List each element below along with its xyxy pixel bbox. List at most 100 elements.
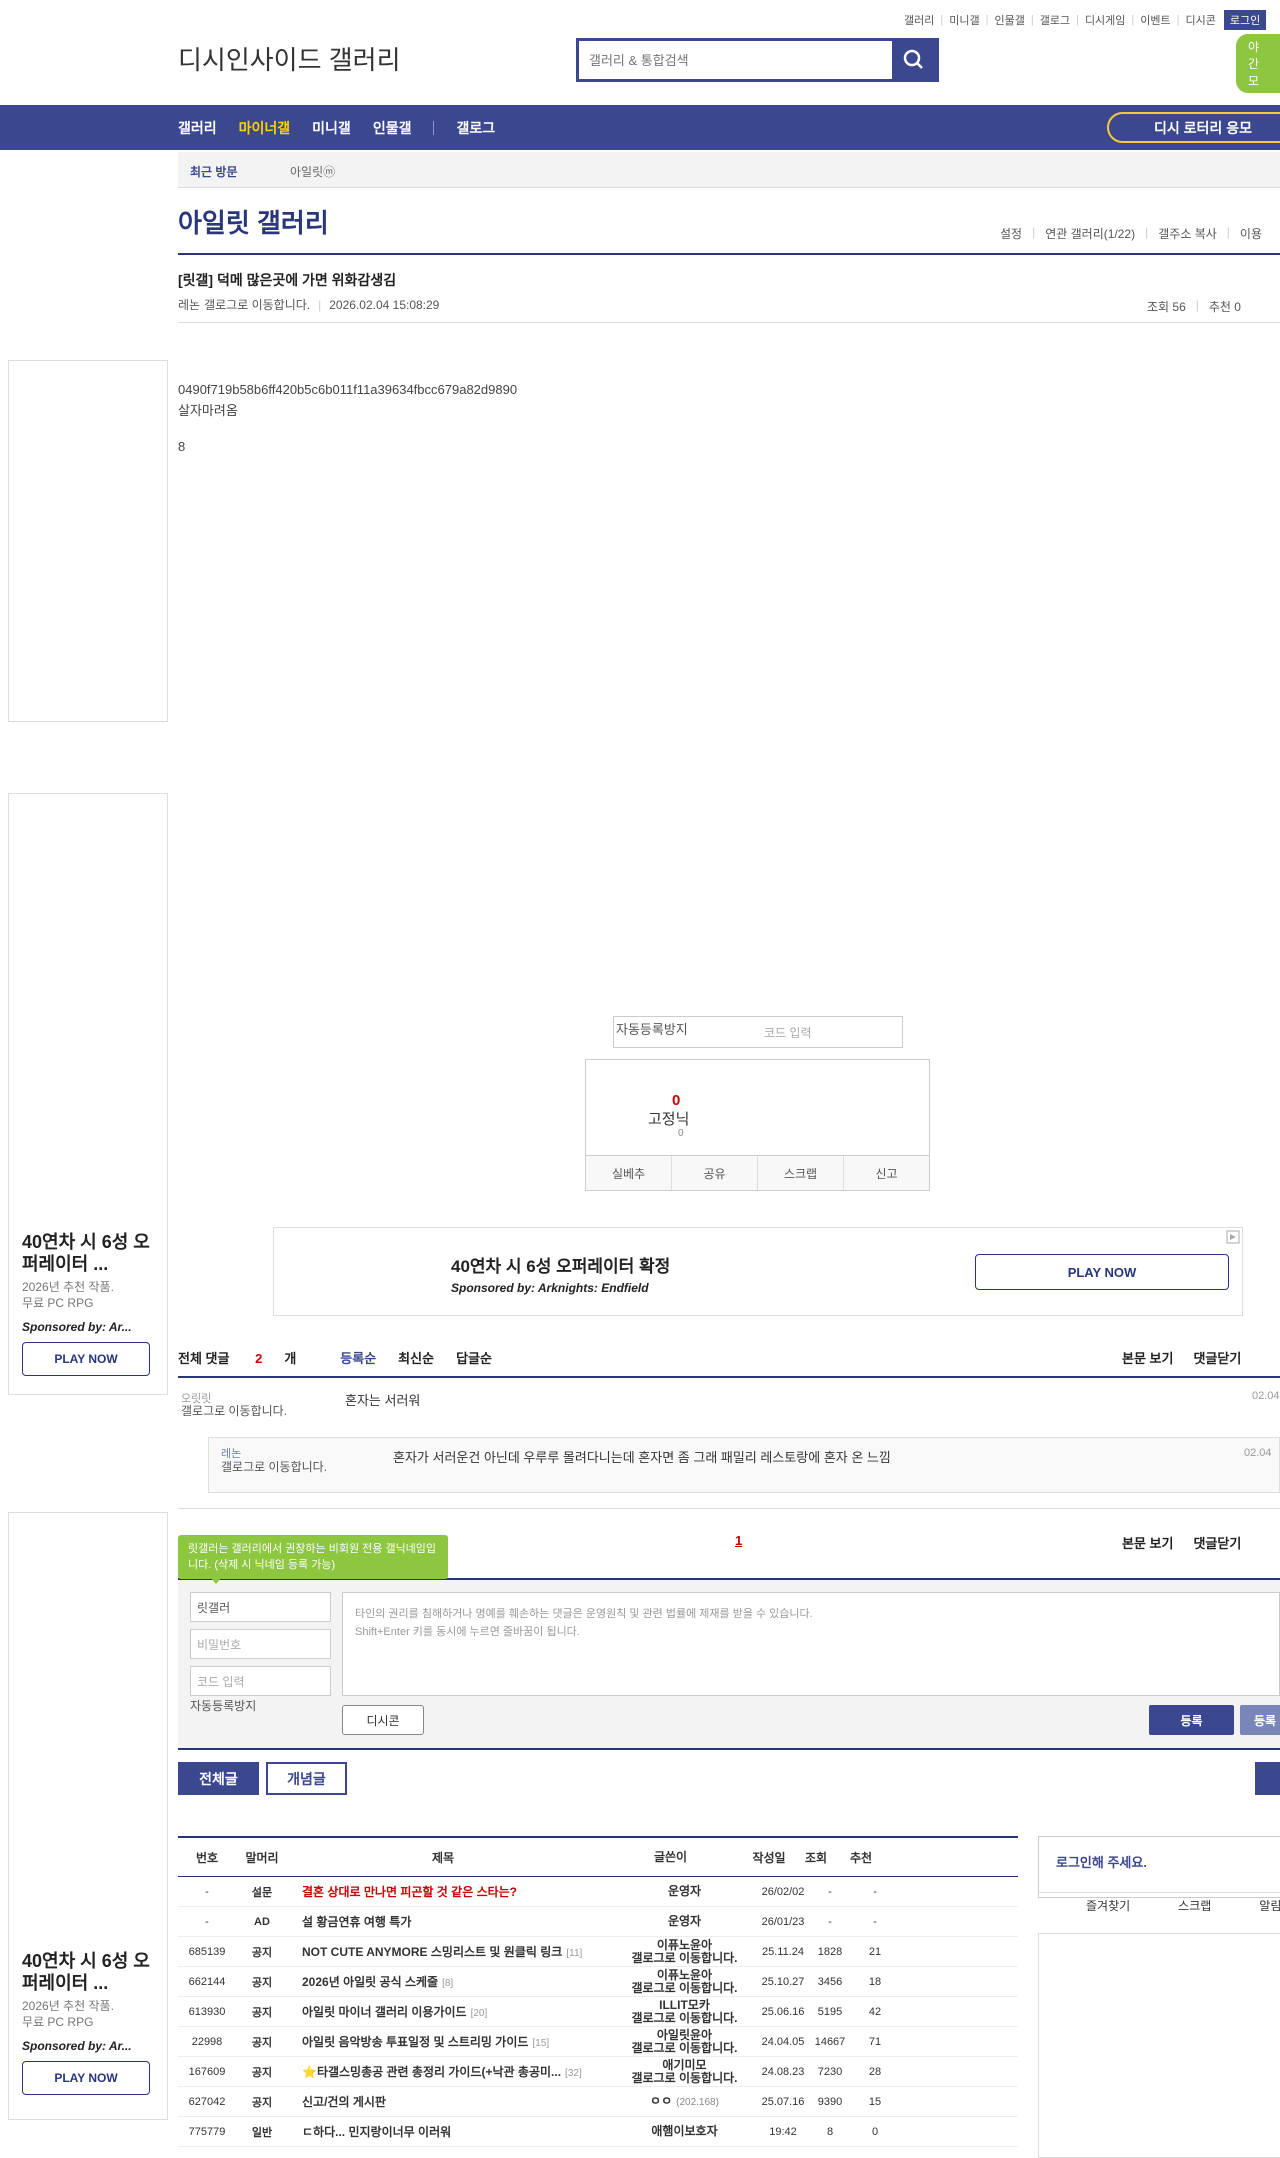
row-title[interactable]: 신고/건의 게시판: [288, 2093, 612, 2110]
row-title-text[interactable]: 신고/건의 게시판: [302, 2095, 386, 2109]
row-writer[interactable]: ㅇㅇ (202.168): [612, 2094, 757, 2109]
nickname-input[interactable]: 릿갤러: [190, 1592, 331, 1622]
lottery-button[interactable]: 디시 로터리 응모: [1107, 112, 1280, 143]
scrap-button[interactable]: 스크랩: [758, 1156, 844, 1190]
alarm-link[interactable]: 알림: [1259, 1897, 1280, 1914]
top-link-event[interactable]: 이벤트: [1140, 12, 1170, 28]
row-title[interactable]: ⭐타갤스밍총공 관련 총정리 가이드(+낙관 총공미... [32]: [288, 2063, 612, 2080]
table-row[interactable]: - AD 설 황금연휴 여행 특가 운영자 26/01/23 - -: [178, 1907, 1018, 1937]
code-input[interactable]: 코드 입력: [190, 1666, 331, 1696]
row-title[interactable]: NOT CUTE ANYMORE 스밍리스트 및 원클릭 링크 [11]: [288, 1943, 612, 1960]
row-writer-name[interactable]: 이퓨노윤아: [657, 1968, 712, 1982]
row-writer-ip[interactable]: (202.168): [676, 2097, 719, 2108]
row-writer[interactable]: 애기미모 갤로그로 이동합니다.: [612, 2058, 757, 2085]
recent-visit-label[interactable]: 최근 방문: [190, 163, 238, 180]
nav-mini[interactable]: 미니갤: [312, 118, 351, 138]
copy-gallery-url[interactable]: 갤주소 복사: [1158, 225, 1217, 242]
sort-latest[interactable]: 최신순: [398, 1348, 434, 1367]
table-row[interactable]: 662144 공지 2026년 아일릿 공식 스케줄 [8] 이퓨노윤아 갤로그로 이동합…: [178, 1967, 1018, 1997]
author-gallog-icon[interactable]: 갤로그로 이동합니다.: [204, 296, 310, 313]
post-author[interactable]: 레논: [178, 296, 200, 313]
row-title-text[interactable]: 아일릿 마이너 갤러리 이용가이드: [302, 2005, 467, 2019]
search-button[interactable]: [892, 41, 936, 79]
nav-person[interactable]: 인물갤: [373, 118, 412, 138]
submit-button[interactable]: 등록: [1149, 1705, 1234, 1735]
side-ad-play-button[interactable]: PLAY NOW: [22, 1342, 150, 1376]
tab-best-posts[interactable]: 개념글: [266, 1762, 347, 1795]
side-ad-title[interactable]: 40연차 시 6성 오퍼레이터 ...: [22, 1231, 152, 1275]
row-title[interactable]: 결혼 상대로 만나면 피곤할 것 같은 스타는?: [288, 1883, 612, 1900]
gallery-settings[interactable]: 설정: [1000, 225, 1022, 242]
row-comment-count[interactable]: [8]: [442, 1978, 453, 1989]
site-logo[interactable]: 디시인사이드 갤러리: [178, 40, 401, 77]
row-writer[interactable]: 이퓨노윤아 갤로그로 이동합니다.: [612, 1938, 757, 1965]
row-title-text[interactable]: ⭐타갤스밍총공 관련 총정리 가이드(+낙관 총공미...: [302, 2065, 561, 2079]
close-comments-button-2[interactable]: 댓글닫기: [1193, 1533, 1241, 1552]
row-writer-name[interactable]: 아일릿윤아: [657, 2028, 712, 2042]
submit-button-2[interactable]: 등록: [1240, 1705, 1280, 1735]
top-link-dccon[interactable]: 디시콘: [1186, 12, 1216, 28]
row-writer[interactable]: ILLIT모카 갤로그로 이동합니다.: [612, 1998, 757, 2025]
row-title-text[interactable]: NOT CUTE ANYMORE 스밍리스트 및 원클릭 링크: [302, 1945, 562, 1959]
tab-all-posts[interactable]: 전체글: [178, 1762, 259, 1795]
row-title[interactable]: 아일릿 음악방송 투표일정 및 스트리밍 가이드 [15]: [288, 2033, 612, 2050]
row-title-text[interactable]: 결혼 상대로 만나면 피곤할 것 같은 스타는?: [302, 1885, 517, 1899]
reply-author-icon[interactable]: 갤로그로 이동합니다.: [221, 1460, 351, 1474]
silbe-button[interactable]: 실베추: [586, 1156, 672, 1190]
nav-gallog[interactable]: 갤로그: [456, 118, 495, 138]
row-writer-name[interactable]: 운영자: [668, 1914, 701, 1928]
comment-textarea[interactable]: 타인의 권리를 침해하거나 명예를 훼손하는 댓글은 운영원칙 및 관련 법률에…: [342, 1592, 1280, 1696]
row-writer-name[interactable]: 애햄이보호자: [651, 2124, 717, 2138]
side-ad-title-2[interactable]: 40연차 시 6성 오퍼레이터 ...: [22, 1950, 152, 1994]
row-title[interactable]: 2026년 아일릿 공식 스케줄 [8]: [288, 1973, 612, 1990]
favorites-link[interactable]: 즐겨찾기: [1086, 1897, 1130, 1914]
row-writer-name[interactable]: 이퓨노윤아: [657, 1938, 712, 1952]
row-title[interactable]: 아일릿 마이너 갤러리 이용가이드 [20]: [288, 2003, 612, 2020]
top-link-game[interactable]: 디시게임: [1085, 12, 1125, 28]
table-row[interactable]: 613930 공지 아일릿 마이너 갤러리 이용가이드 [20] ILLIT모카 갤로그로…: [178, 1997, 1018, 2027]
table-row[interactable]: 627042 공지 신고/건의 게시판 ㅇㅇ (202.168) 25.07.16 9390…: [178, 2087, 1018, 2117]
night-mode-button[interactable]: 야간 모: [1236, 34, 1280, 93]
table-row[interactable]: - 설문 결혼 상대로 만나면 피곤할 것 같은 스타는? 운영자 26/02/02 - -: [178, 1877, 1018, 1907]
row-writer-gallog-icon[interactable]: 갤로그로 이동합니다.: [612, 2011, 757, 2025]
search-input[interactable]: [579, 41, 892, 79]
top-link-gallog[interactable]: 갤로그: [1040, 12, 1070, 28]
row-writer-name[interactable]: 운영자: [668, 1884, 701, 1898]
recent-visit-item[interactable]: 아일릿ⓜ: [290, 163, 335, 180]
share-button[interactable]: 공유: [672, 1156, 758, 1190]
row-writer[interactable]: 운영자: [612, 1885, 757, 1898]
row-title-text[interactable]: 2026년 아일릿 공식 스케줄: [302, 1975, 438, 1989]
related-galleries[interactable]: 연관 갤러리(1/22): [1045, 225, 1135, 242]
row-writer[interactable]: 이퓨노윤아 갤로그로 이동합니다.: [612, 1968, 757, 1995]
table-row[interactable]: 775779 일반 ㄷ하다... 민지랑이너무 이러워 애햄이보호자 19:42 8 0: [178, 2117, 1018, 2147]
sort-replies[interactable]: 답글순: [456, 1348, 492, 1367]
reply-author[interactable]: 레논: [221, 1445, 241, 1461]
ad-play-button[interactable]: PLAY NOW: [975, 1254, 1229, 1290]
row-writer-gallog-icon[interactable]: 갤로그로 이동합니다.: [612, 2071, 757, 2085]
row-writer-name[interactable]: 애기미모: [662, 2058, 706, 2072]
row-writer-gallog-icon[interactable]: 갤로그로 이동합니다.: [612, 1981, 757, 1995]
row-writer[interactable]: 아일릿윤아 갤로그로 이동합니다.: [612, 2028, 757, 2055]
row-title-text[interactable]: ㄷ하다... 민지랑이너무 이러워: [302, 2125, 451, 2139]
table-row[interactable]: 167609 공지 ⭐타갤스밍총공 관련 총정리 가이드(+낙관 총공미... [32…: [178, 2057, 1018, 2087]
row-title-text[interactable]: 설 황금연휴 여행 특가: [302, 1915, 411, 1929]
comment-page-1[interactable]: 1: [735, 1533, 742, 1548]
report-button[interactable]: 신고: [844, 1156, 929, 1190]
table-row[interactable]: 685139 공지 NOT CUTE ANYMORE 스밍리스트 및 원클릭 링크 […: [178, 1937, 1018, 1967]
row-title[interactable]: 설 황금연휴 여행 특가: [288, 1913, 612, 1930]
view-body-button[interactable]: 본문 보기: [1122, 1348, 1173, 1367]
row-title[interactable]: ㄷ하다... 민지랑이너무 이러워: [288, 2123, 612, 2140]
row-writer[interactable]: 운영자: [612, 1915, 757, 1928]
captcha-input[interactable]: 코드 입력: [764, 1024, 812, 1041]
row-writer-name[interactable]: ILLIT모카: [659, 1998, 710, 2012]
nav-gallery[interactable]: 갤러리: [178, 118, 217, 138]
row-comment-count[interactable]: [20]: [471, 2008, 488, 2019]
top-link-mini[interactable]: 미니갤: [949, 12, 979, 28]
gallery-title[interactable]: 아일릿 갤러리: [178, 203, 329, 240]
password-input[interactable]: 비밀번호: [190, 1629, 331, 1659]
row-writer-gallog-icon[interactable]: 갤로그로 이동합니다.: [612, 1951, 757, 1965]
dccon-button[interactable]: 디시콘: [342, 1705, 424, 1735]
row-comment-count[interactable]: [32]: [565, 2068, 582, 2079]
row-writer-name[interactable]: ㅇㅇ: [650, 2094, 672, 2108]
scrap-link[interactable]: 스크랩: [1178, 1897, 1211, 1914]
